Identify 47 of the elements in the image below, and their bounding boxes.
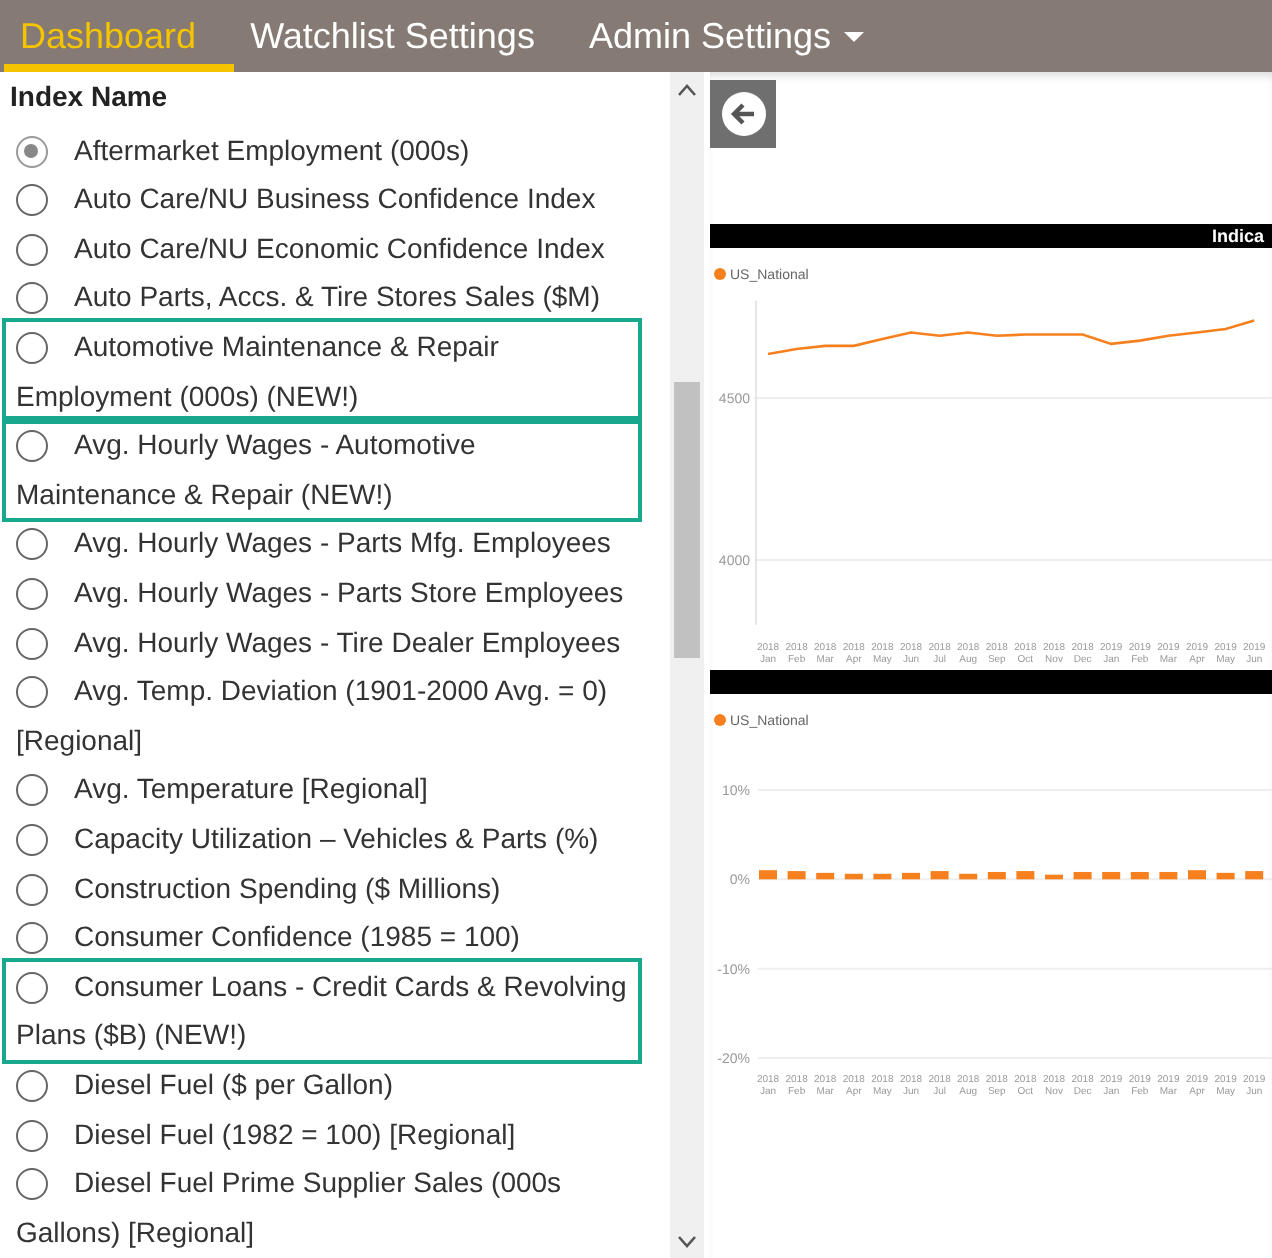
radio-button[interactable] [16,430,48,463]
radio-button[interactable] [16,282,48,315]
index-option[interactable]: Consumer Loans - Credit Cards & Revolving Plans ($B) (NEW!) [2,957,642,1064]
radio-button[interactable] [16,135,48,168]
bar [959,873,978,880]
bar [844,873,863,880]
radio-button[interactable] [16,1069,48,1102]
list-heading: Index Name [10,78,170,116]
back-button[interactable] [710,80,776,148]
bar [1073,871,1092,880]
scrollbar-thumb[interactable] [674,382,701,658]
index-option[interactable]: Avg. Hourly Wages - Automotive Maintenance & Repair (NEW!) [2,416,642,523]
radio-button[interactable] [16,873,48,906]
caret-icon [843,31,864,41]
bar [1016,871,1035,880]
bar [759,870,777,880]
bar [1188,870,1206,880]
radio-button[interactable] [16,922,48,955]
bar [987,871,1006,880]
nav-tab[interactable]: Watchlist Settings [234,0,573,72]
radio-button[interactable] [16,627,48,660]
radio-button[interactable] [16,1119,48,1152]
radio-button[interactable] [16,528,48,561]
bar [1102,871,1121,880]
bar [1159,871,1178,880]
bar [902,872,920,880]
radio-button[interactable] [16,233,48,266]
bar [1245,871,1264,880]
nav-tab[interactable]: Admin Settings [572,0,902,72]
radio-button[interactable] [16,676,48,709]
radio-button[interactable] [16,824,48,857]
radio-button[interactable] [16,332,48,365]
chart-title-bar: Indica [710,224,1272,248]
radio-button[interactable] [16,1168,48,1201]
scrollbar[interactable] [670,72,704,1258]
radio-button[interactable] [16,971,48,1004]
bar [930,871,949,880]
index-option[interactable]: Automotive Maintenance & Repair Employment (000s) (NEW!) [2,318,642,425]
radio-button[interactable] [16,774,48,807]
radio-button[interactable] [16,578,48,611]
bar [1216,872,1235,880]
bar [1045,874,1063,880]
bar [1130,871,1149,880]
bar [816,872,835,880]
radio-button[interactable] [16,184,48,217]
bar [787,871,806,880]
bar [873,873,892,880]
